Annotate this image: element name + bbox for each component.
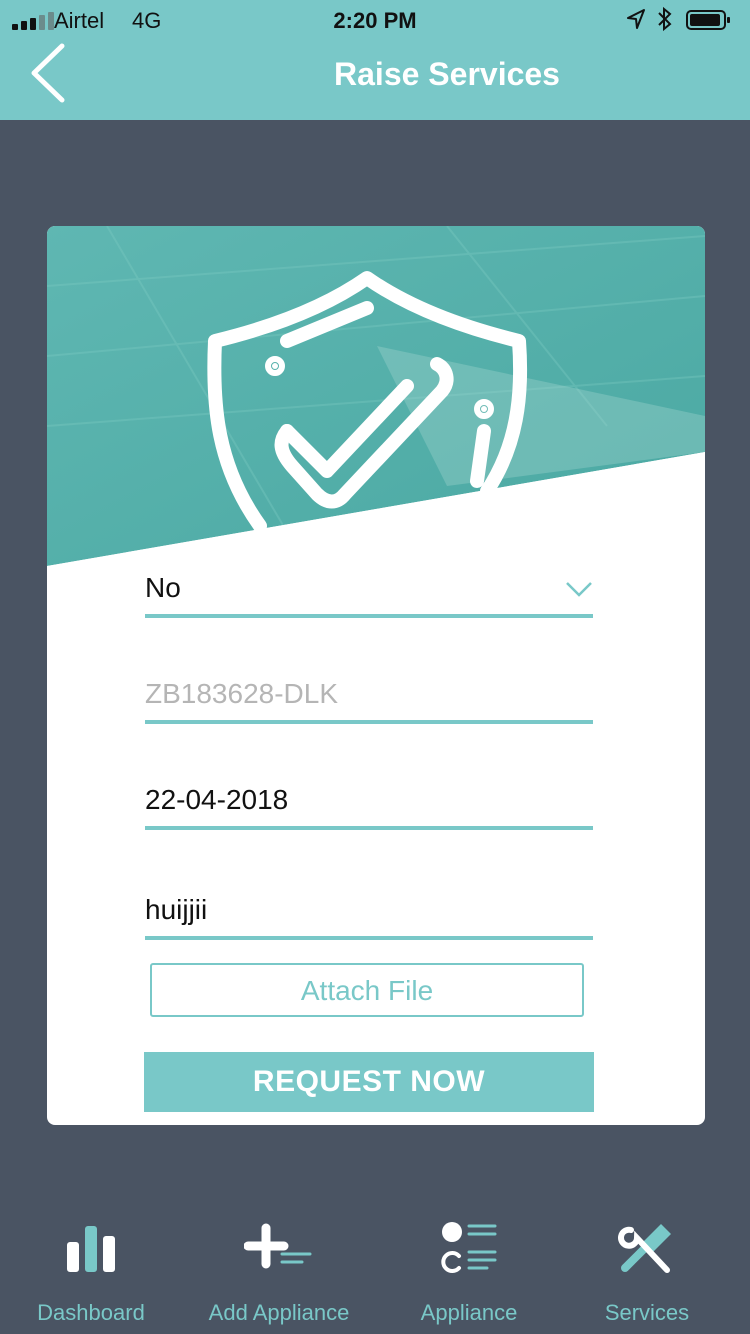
list-icon: [441, 1222, 497, 1273]
tab-dashboard[interactable]: Dashboard: [1, 1218, 181, 1334]
chevron-down-icon: [566, 582, 592, 597]
date-value: 22-04-2018: [145, 784, 289, 815]
tab-appliance[interactable]: Appliance: [379, 1218, 559, 1334]
request-now-button[interactable]: REQUEST NOW: [144, 1052, 594, 1112]
top-bar: Airtel 4G 2:20 PM Raise Services: [0, 0, 750, 120]
description-field[interactable]: huijjii: [145, 886, 593, 940]
date-field[interactable]: 22-04-2018: [145, 770, 593, 830]
bar-chart-icon: [67, 1226, 115, 1272]
tools-icon: [618, 1224, 671, 1273]
battery-icon: [686, 10, 732, 30]
tab-services-label: Services: [604, 1300, 690, 1325]
plus-list-icon: [244, 1223, 312, 1269]
location-icon: [626, 8, 646, 36]
purchase-select-value: No: [145, 572, 181, 603]
tab-appliance-label: Appliance: [420, 1300, 518, 1325]
tab-services[interactable]: Services: [557, 1218, 737, 1334]
status-bar: Airtel 4G 2:20 PM: [0, 0, 750, 40]
purchase-select[interactable]: No: [145, 562, 593, 618]
tab-add-appliance-label: Add Appliance: [208, 1300, 350, 1325]
serial-number-field[interactable]: ZB183628-DLK: [145, 666, 593, 724]
page-title: Raise Services: [334, 56, 560, 92]
bluetooth-icon: [656, 6, 674, 38]
tab-dashboard-label: Dashboard: [37, 1300, 145, 1325]
serial-number-placeholder: ZB183628-DLK: [145, 678, 339, 709]
hero-banner: [47, 226, 705, 571]
tab-add-appliance[interactable]: Add Appliance: [189, 1218, 369, 1334]
service-form-card: No ZB183628-DLK 22-04-2018 huijjii Attac…: [47, 226, 705, 1125]
description-value: huijjii: [145, 894, 208, 925]
attach-file-button[interactable]: Attach File: [150, 963, 584, 1017]
